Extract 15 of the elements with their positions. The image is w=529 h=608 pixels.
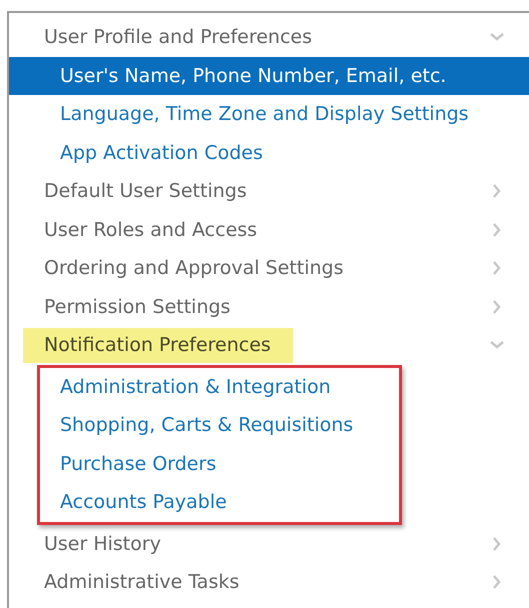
menu-item[interactable]: User Profile and Preferences [23, 20, 312, 55]
submenu-item[interactable]: User's Name, Phone Number, Email, etc. [9, 56, 529, 95]
menu-item[interactable]: Notification Preferences [23, 328, 293, 363]
menu-item[interactable]: Administrative Tasks [23, 564, 240, 600]
submenu-item[interactable]: App Activation Codes [23, 134, 505, 172]
menu-item[interactable]: Default User Settings [23, 174, 247, 209]
menu-item[interactable]: Permission Settings [23, 289, 230, 324]
submenu-item[interactable]: Shopping, Carts & Requisitions [40, 406, 399, 444]
submenu-item[interactable]: Purchase Orders [40, 444, 399, 483]
submenu-item[interactable]: Accounts Payable [40, 483, 399, 522]
menu-item[interactable]: Ordering and Approval Settings [23, 250, 344, 286]
menu-item[interactable]: User History [23, 526, 161, 562]
menu-item[interactable]: User Roles and Access [23, 212, 258, 248]
submenu-item[interactable]: Administration & Integration [40, 368, 399, 406]
submenu-item[interactable]: Language, Time Zone and Display Settings [23, 95, 505, 134]
